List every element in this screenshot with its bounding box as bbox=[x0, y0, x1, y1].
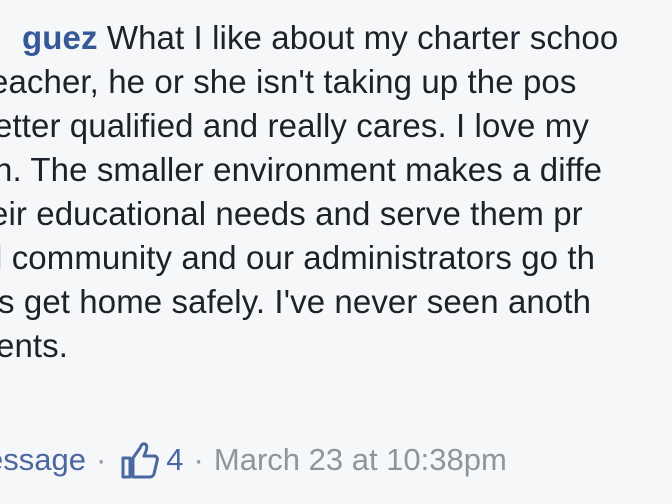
comment-line-4: n. The smaller environment makes a diffe bbox=[0, 151, 603, 188]
comment-line-7: s get home safely. I've never seen anoth bbox=[0, 283, 592, 320]
comment-author-link[interactable]: guez bbox=[22, 19, 98, 56]
comment-line-6: l community and our administrators go th bbox=[0, 239, 596, 276]
comment-line-1: guez What I like about my charter schoo bbox=[22, 18, 618, 58]
comment-line-5: eir educational needs and serve them pr bbox=[0, 195, 583, 232]
comment-line-3: etter qualified and really cares. I love… bbox=[0, 107, 589, 144]
message-link[interactable]: essage bbox=[0, 438, 86, 482]
thumbs-up-icon[interactable] bbox=[120, 440, 160, 480]
comment-line-8: ents. bbox=[0, 327, 69, 364]
comment-actions: essage · 4 · March 23 at 10:38pm bbox=[0, 438, 507, 482]
comment-timestamp[interactable]: March 23 at 10:38pm bbox=[214, 438, 507, 482]
like-count[interactable]: 4 bbox=[166, 438, 183, 482]
separator-dot: · bbox=[95, 442, 107, 477]
comment-text-line: What I like about my charter schoo bbox=[106, 19, 619, 56]
comment: guez What I like about my charter schoo … bbox=[0, 0, 672, 504]
comment-line-2: eacher, he or she isn't taking up the po… bbox=[0, 63, 577, 100]
separator-dot: · bbox=[193, 442, 204, 477]
